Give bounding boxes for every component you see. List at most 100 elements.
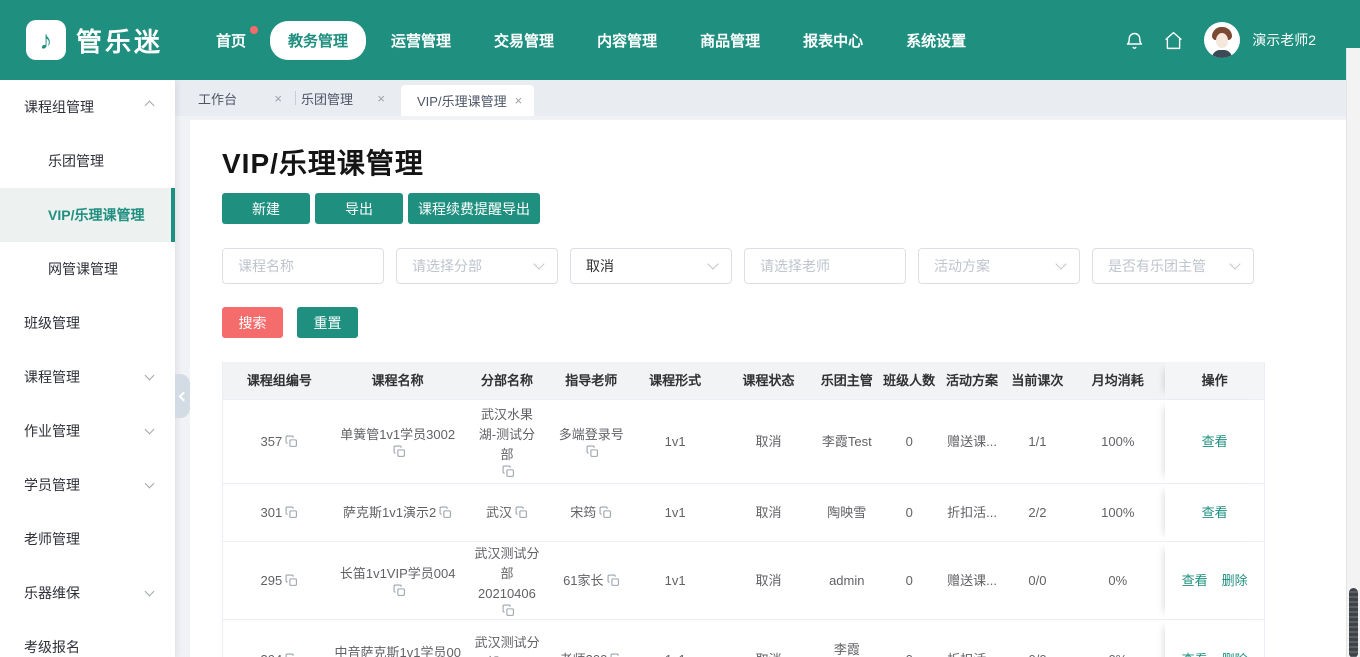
copy-icon[interactable] [439,506,452,519]
close-icon[interactable]: × [274,91,282,106]
cell-group-id: 301 [223,484,336,541]
cell-form: 1v1 [628,484,722,541]
sidebar-item-grading-registration[interactable]: 考级报名 [0,620,175,657]
delete-link[interactable]: 删除 [1222,650,1248,657]
chevron-down-icon [145,371,155,381]
top-header: ♪ 管乐迷 首页 教务管理 运营管理 交易管理 内容管理 商品管理 报表中心 系… [0,0,1360,80]
sidebar: 课程组管理 乐团管理 VIP/乐理课管理 网管课管理 班级管理 课程管理 作业管… [0,80,175,657]
copy-icon[interactable] [285,435,298,448]
avatar[interactable] [1204,22,1240,58]
home-icon[interactable] [1163,30,1184,51]
cell-course-name: 萨克斯1v1演示2 [336,484,460,541]
nav-item-content[interactable]: 内容管理 [597,30,657,51]
copy-icon[interactable] [285,574,298,587]
cell-branch: 武汉 [460,484,555,541]
tab-orchestra-mgmt[interactable]: 乐团管理 × [299,80,395,116]
col-header: 月均消耗 [1070,362,1165,399]
nav-item-operations[interactable]: 运营管理 [391,30,451,51]
tab-vip-theory-mgmt[interactable]: VIP/乐理课管理 × [401,85,534,116]
cell-status: 取消 [722,620,815,657]
col-header: 指导老师 [554,362,628,399]
vertical-scrollbar[interactable] [1346,48,1360,657]
delete-link[interactable]: 删除 [1222,571,1248,591]
page-title: VIP/乐理课管理 [222,142,424,182]
tab-workbench[interactable]: 工作台 × [196,80,292,116]
sidebar-item-online-course-mgmt[interactable]: 网管课管理 [0,242,175,296]
cell-class-size: 0 [879,542,940,619]
chevron-up-icon [145,101,155,111]
course-name-input[interactable] [223,249,383,283]
nav-item-home[interactable]: 首页 [216,30,246,51]
view-link[interactable]: 查看 [1182,650,1208,657]
nav-item-settings[interactable]: 系统设置 [906,30,966,51]
cell-teacher: 老师300 [555,620,629,657]
copy-icon[interactable] [502,604,515,617]
table-header-row: 课程组编号 课程名称 分部名称 指导老师 课程形式 课程状态 乐团主管 班级人数… [223,362,1264,400]
status-select[interactable]: 取消 [570,248,732,284]
reset-button[interactable]: 重置 [297,307,358,338]
view-link[interactable]: 查看 [1202,503,1228,523]
has-orchestra-manager-select[interactable]: 是否有乐团主管 [1092,248,1254,284]
copy-icon[interactable] [285,653,298,657]
search-button[interactable]: 搜索 [222,307,283,338]
view-link[interactable]: 查看 [1202,432,1228,452]
tab-bar: 工作台 × 乐团管理 × VIP/乐理课管理 × [175,80,1346,116]
sidebar-item-orchestra-mgmt[interactable]: 乐团管理 [0,134,175,188]
cell-plan: 赠送课... [940,400,1005,483]
activity-plan-select[interactable]: 活动方案 [918,248,1080,284]
copy-icon[interactable] [515,506,528,519]
sidebar-item-teacher-mgmt[interactable]: 老师管理 [0,512,175,566]
chevron-down-icon [1229,258,1240,269]
cell-lesson: 2/2 [1005,484,1071,541]
sidebar-item-class-mgmt[interactable]: 班级管理 [0,296,175,350]
teacher-input[interactable] [745,249,905,283]
cell-lesson: 1/1 [1005,400,1071,483]
sidebar-item-student-mgmt[interactable]: 学员管理 [0,458,175,512]
copy-icon[interactable] [393,584,406,597]
cell-status: 取消 [722,400,815,483]
nav-item-products[interactable]: 商品管理 [700,30,760,51]
sidebar-item-instrument-maintenance[interactable]: 乐器维保 [0,566,175,620]
nav-item-reports[interactable]: 报表中心 [803,30,863,51]
nav-item-transactions[interactable]: 交易管理 [494,30,554,51]
filter-bar: 请选择分部 取消 活动方案 是否有乐团主管 [222,248,1254,284]
sidebar-item-course-mgmt[interactable]: 课程管理 [0,350,175,404]
cell-group-id: 304 [223,620,336,657]
copy-icon[interactable] [610,653,623,657]
cell-form: 1v1 [628,400,722,483]
sidebar-item-homework-mgmt[interactable]: 作业管理 [0,404,175,458]
view-link[interactable]: 查看 [1182,571,1208,591]
create-button[interactable]: 新建 [222,193,310,224]
copy-icon[interactable] [393,445,406,458]
copy-icon[interactable] [502,465,515,478]
cell-manager: 李霞Testing [815,620,879,657]
user-name[interactable]: 演示老师2 [1252,30,1316,50]
col-header: 当前课次 [1005,362,1071,399]
copy-icon[interactable] [586,445,599,458]
cell-teacher: 宋筠 [554,484,628,541]
nav-item-academic-affairs[interactable]: 教务管理 [270,21,366,60]
table-row: 304 中音萨克斯1v1学员00 武汉测试分部2021 老师300 1v1 取消… [223,620,1264,657]
cell-plan: 赠送课... [940,542,1005,619]
branch-select[interactable]: 请选择分部 [396,248,558,284]
page-actions: 新建 导出 课程续费提醒导出 [222,193,540,224]
sidebar-collapse-handle[interactable] [175,374,190,418]
sidebar-item-vip-theory-mgmt[interactable]: VIP/乐理课管理 [0,188,175,242]
cell-status: 取消 [722,484,815,541]
copy-icon[interactable] [285,506,298,519]
cell-form: 1v1 [628,620,722,657]
copy-icon[interactable] [607,574,620,587]
close-icon[interactable]: × [515,93,523,108]
app-logo-icon: ♪ [26,20,66,60]
cell-consumption: 100% [1070,484,1165,541]
cell-course-name: 长笛1v1VIP学员004 [336,542,460,619]
copy-icon[interactable] [599,506,612,519]
scrollbar-thumb[interactable] [1349,588,1358,657]
tab-separator [295,91,296,105]
sidebar-item-course-group-mgmt[interactable]: 课程组管理 [0,80,175,134]
renewal-reminder-export-button[interactable]: 课程续费提醒导出 [408,193,540,224]
close-icon[interactable]: × [377,91,385,106]
export-button[interactable]: 导出 [315,193,403,224]
col-header: 班级人数 [879,362,940,399]
bell-icon[interactable] [1124,30,1145,51]
